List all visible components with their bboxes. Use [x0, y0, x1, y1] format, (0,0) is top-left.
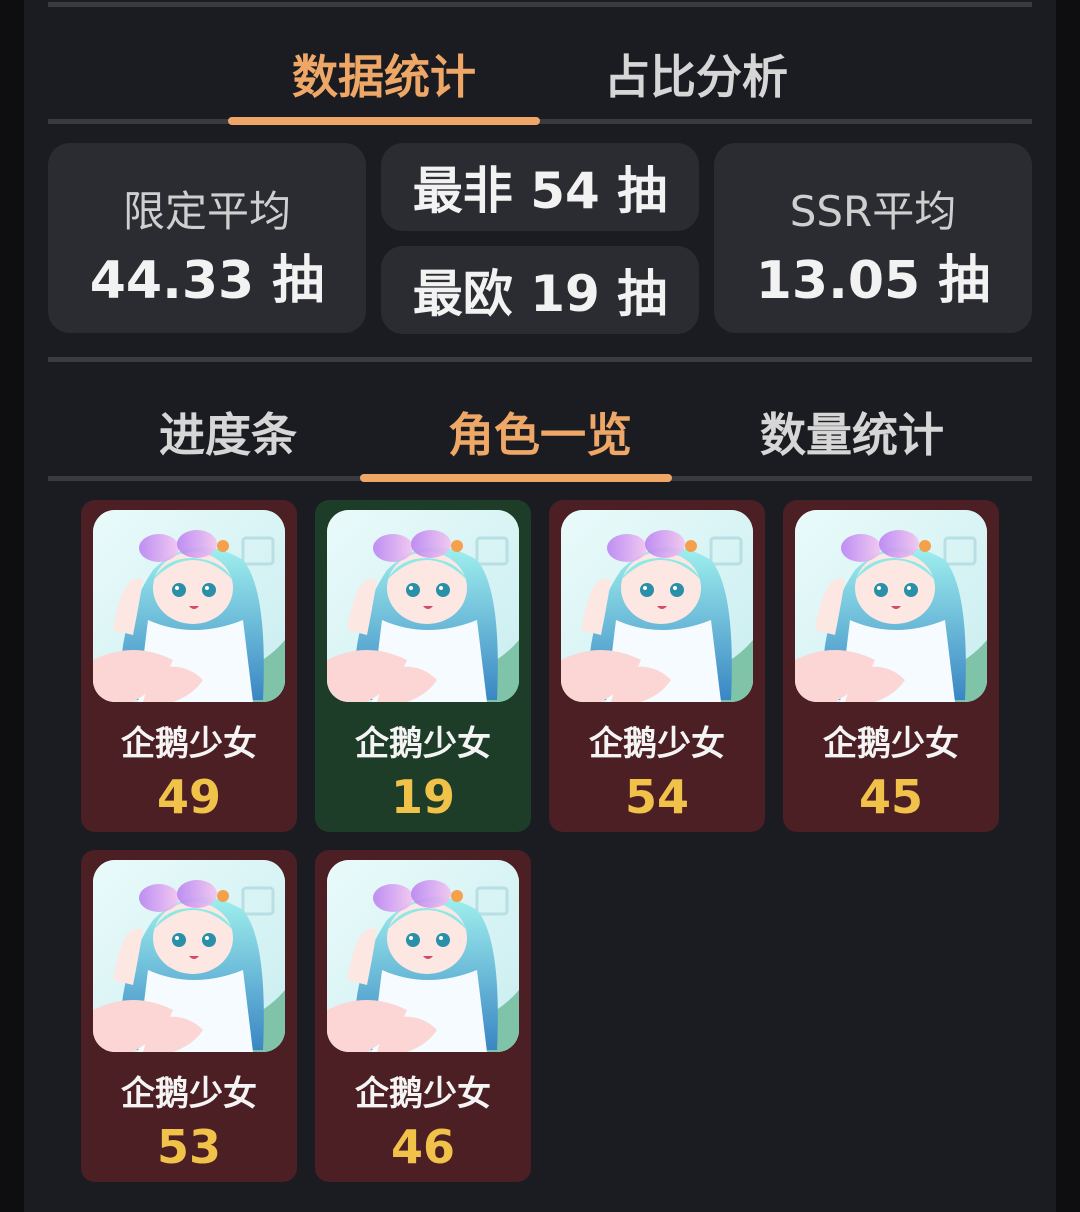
tab-count-stats[interactable]: 数量统计: [696, 390, 1008, 474]
character-portrait: [93, 860, 285, 1052]
ssr-average-value: 13.05 抽: [755, 251, 991, 311]
top-divider: [48, 2, 1032, 7]
best-pull-value: 最欧 19 抽: [412, 265, 668, 323]
character-card[interactable]: 企鹅少女 19: [315, 500, 531, 832]
worst-pull-value: 最非 54 抽: [412, 162, 668, 220]
sub-tab-bar: 进度条 角色一览 数量统计: [48, 390, 1032, 474]
worst-pull-card: 最非 54 抽: [381, 143, 699, 231]
character-name: 企鹅少女: [355, 1074, 491, 1114]
character-pull-count: 53: [156, 1120, 221, 1174]
top-tab-indicator: [228, 117, 540, 125]
character-pull-count: 45: [858, 770, 923, 824]
tab-progress-bar[interactable]: 进度条: [72, 390, 384, 474]
character-name: 企鹅少女: [355, 724, 491, 764]
top-tab-bar: 数据统计 占比分析: [48, 30, 1032, 118]
character-pull-count: 49: [156, 770, 221, 824]
ssr-average-label: SSR平均: [789, 187, 957, 236]
character-portrait: [795, 510, 987, 702]
tab-character-list[interactable]: 角色一览: [384, 390, 696, 474]
tab-data-stats[interactable]: 数据统计: [228, 30, 540, 118]
character-name: 企鹅少女: [823, 724, 959, 764]
character-portrait: [327, 510, 519, 702]
limited-average-value: 44.33 抽: [89, 251, 325, 311]
character-portrait: [327, 860, 519, 1052]
limited-average-label: 限定平均: [122, 187, 291, 236]
character-pull-count: 19: [390, 770, 455, 824]
tab-ratio-analysis[interactable]: 占比分析: [540, 30, 852, 118]
character-card[interactable]: 企鹅少女 53: [81, 850, 297, 1182]
character-portrait: [93, 510, 285, 702]
character-pull-count: 54: [624, 770, 689, 824]
character-pull-count: 46: [390, 1120, 455, 1174]
character-portrait: [561, 510, 753, 702]
character-card[interactable]: 企鹅少女 46: [315, 850, 531, 1182]
top-tab-track: [48, 119, 1032, 124]
character-name: 企鹅少女: [121, 1074, 257, 1114]
character-card[interactable]: 企鹅少女 49: [81, 500, 297, 832]
limited-average-card: 限定平均 44.33 抽: [48, 143, 366, 333]
character-card[interactable]: 企鹅少女 54: [549, 500, 765, 832]
best-pull-card: 最欧 19 抽: [381, 246, 699, 334]
ssr-average-card: SSR平均 13.05 抽: [714, 143, 1032, 333]
character-name: 企鹅少女: [589, 724, 725, 764]
section-divider: [48, 357, 1032, 362]
sub-tab-indicator: [360, 474, 672, 482]
character-card[interactable]: 企鹅少女 45: [783, 500, 999, 832]
character-name: 企鹅少女: [121, 724, 257, 764]
